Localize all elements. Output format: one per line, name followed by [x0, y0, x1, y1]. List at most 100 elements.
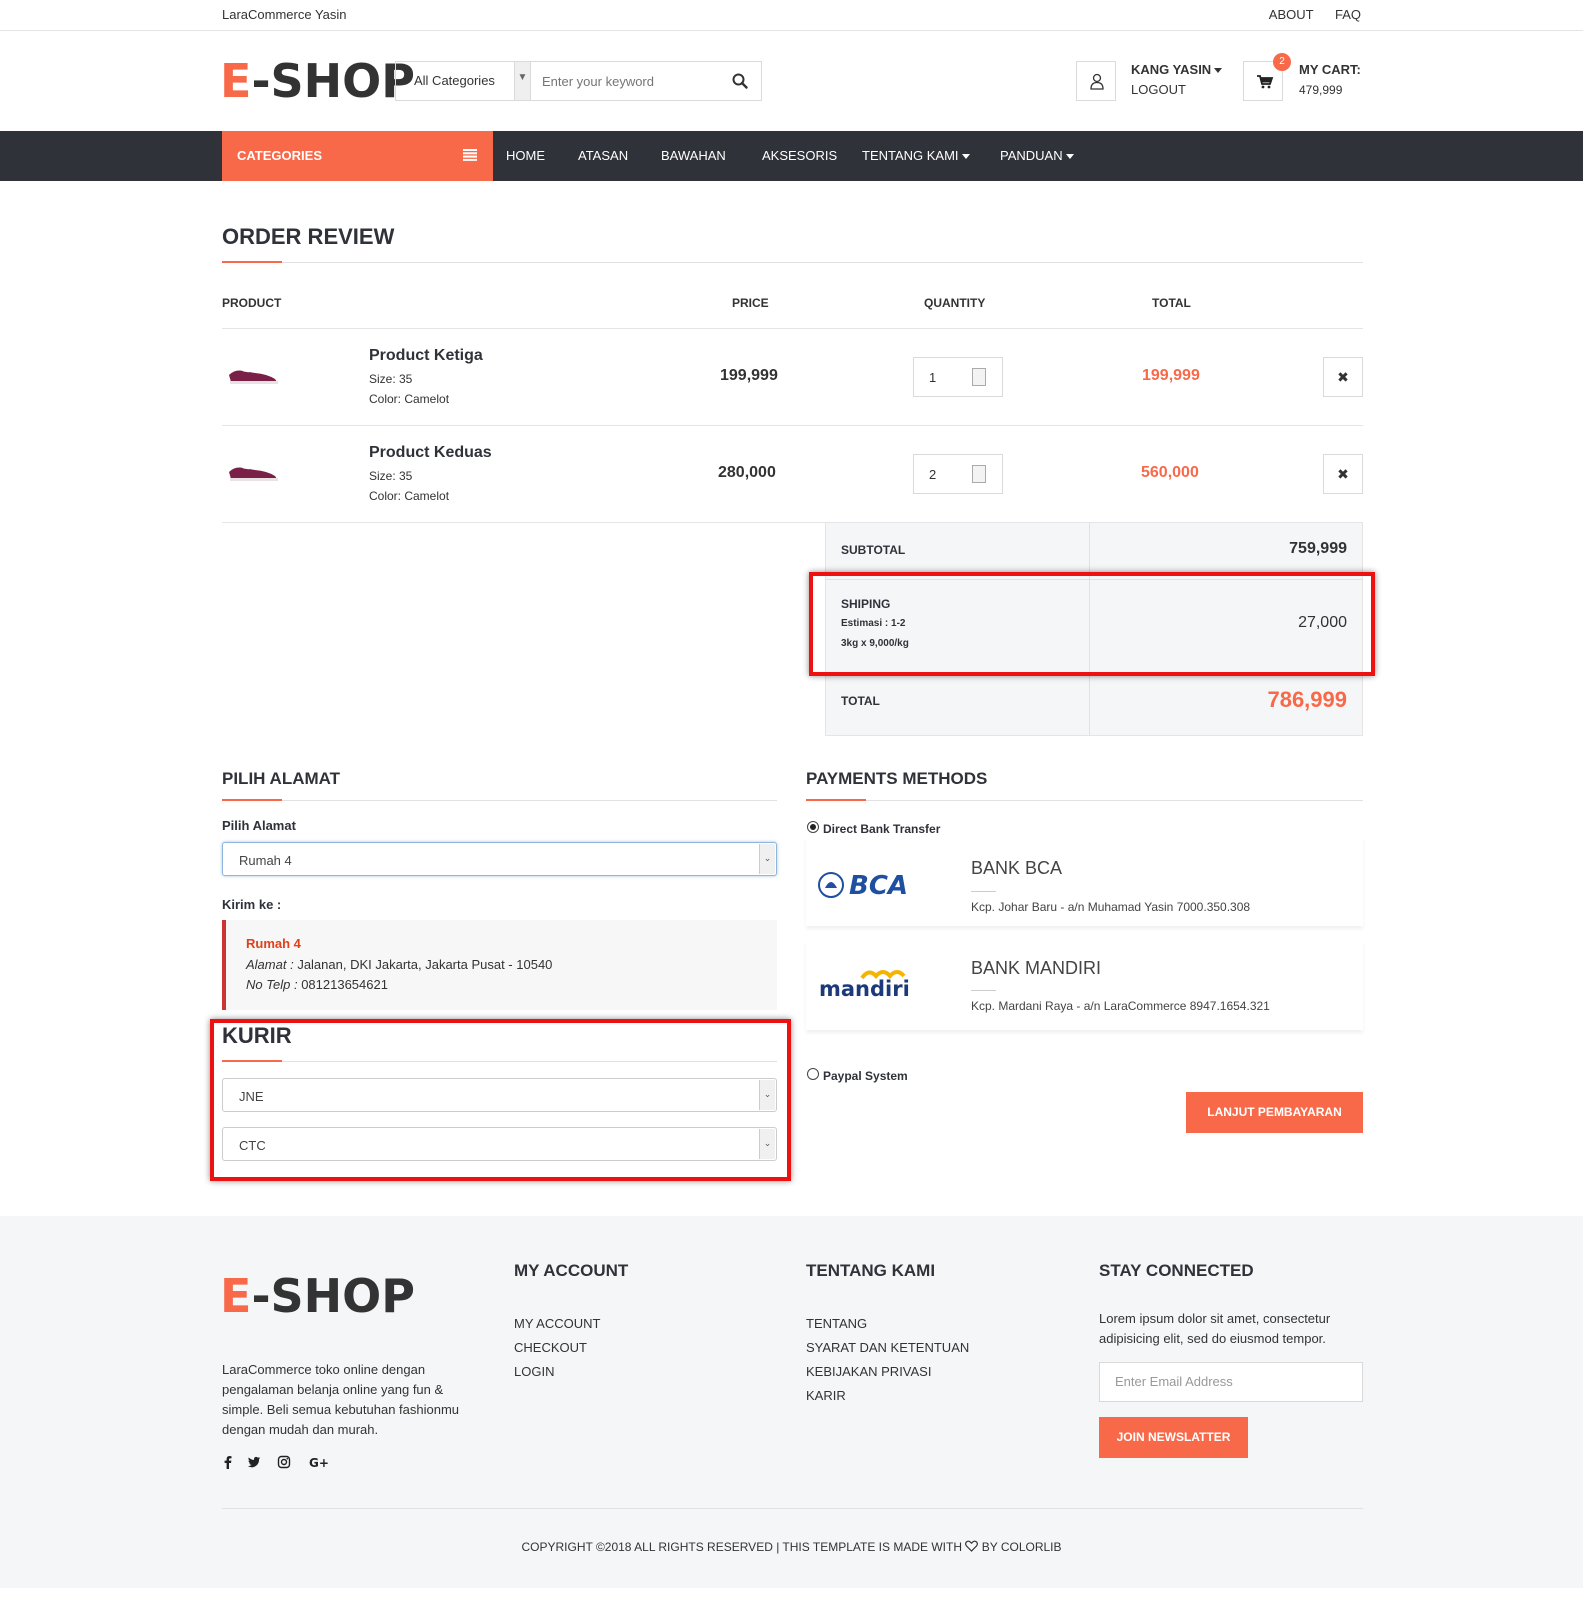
categories-label: CATEGORIES: [237, 148, 322, 163]
address-selected-value: Rumah 4: [239, 853, 292, 868]
nav-panduan[interactable]: PANDUAN: [1000, 148, 1074, 163]
product-color: Color: Camelot: [369, 489, 450, 503]
divider: [806, 800, 1363, 801]
product-thumbnail[interactable]: [225, 458, 281, 488]
product-name[interactable]: Product Ketiga: [369, 347, 483, 365]
product-size: Size: 35: [369, 372, 413, 386]
address-select[interactable]: Rumah 4 ⌄: [222, 842, 777, 876]
product-price: 280,000: [718, 464, 776, 481]
heart-icon: [965, 1540, 979, 1552]
google-plus-icon[interactable]: G+: [309, 1455, 329, 1469]
svg-text:G+: G+: [309, 1456, 329, 1469]
remove-item-button[interactable]: ✖: [1323, 357, 1363, 397]
logout-link[interactable]: LOGOUT: [1131, 82, 1186, 97]
caret-down-icon: [961, 154, 970, 160]
copyright-text: COPYRIGHT ©2018 ALL RIGHTS RESERVED | TH…: [521, 1540, 962, 1554]
twitter-icon[interactable]: [247, 1455, 261, 1469]
account-button[interactable]: [1076, 61, 1116, 101]
proceed-payment-button[interactable]: LANJUT PEMBAYARAN: [1186, 1092, 1363, 1133]
highlight-box: [210, 1019, 791, 1181]
nav-tentang-kami[interactable]: TENTANG KAMI: [862, 148, 970, 163]
divider: [222, 425, 1363, 426]
divider: [222, 328, 1363, 329]
total-label: TOTAL: [841, 694, 880, 708]
divider: [222, 1508, 1363, 1509]
spin-arrows-icon[interactable]: [972, 368, 986, 386]
instagram-icon[interactable]: [277, 1455, 291, 1469]
col-total: TOTAL: [1152, 296, 1191, 310]
quantity-value: 1: [929, 370, 937, 385]
mandiri-logo: mandiri: [819, 970, 910, 1001]
address-card: Rumah 4 Alamat : Jalanan, DKI Jakarta, J…: [222, 920, 777, 1010]
address-name: Rumah 4: [246, 936, 301, 951]
logo[interactable]: E-SHOP: [220, 54, 415, 108]
nav-home[interactable]: HOME: [506, 148, 545, 163]
order-review-title: ORDER REVIEW: [222, 224, 395, 249]
footer-link-privasi[interactable]: KEBIJAKAN PRIVASI: [806, 1364, 931, 1379]
nav-aksesoris[interactable]: AKSESORIS: [762, 148, 837, 163]
product-price: 199,999: [720, 367, 778, 384]
payments-title: PAYMENTS METHODS: [806, 769, 988, 788]
paypal-radio[interactable]: [807, 1068, 819, 1080]
footer-stay-text: Lorem ipsum dolor sit amet, consectetur …: [1099, 1311, 1331, 1346]
product-thumbnail[interactable]: [225, 361, 281, 391]
product-color: Color: Camelot: [369, 392, 450, 406]
divider: [971, 891, 996, 892]
footer-link-my-account[interactable]: MY ACCOUNT: [514, 1316, 600, 1331]
footer-link-checkout[interactable]: CHECKOUT: [514, 1340, 587, 1355]
remove-item-button[interactable]: ✖: [1323, 454, 1363, 494]
newsletter-email-input[interactable]: Enter Email Address: [1099, 1362, 1363, 1402]
category-select[interactable]: All Categories: [396, 62, 531, 100]
divider: [971, 990, 996, 991]
bank-account: Kcp. Johar Baru - a/n Muhamad Yasin 7000…: [971, 900, 1251, 914]
search-icon[interactable]: [731, 72, 749, 90]
title-accent: [222, 261, 282, 263]
footer-link-karir[interactable]: KARIR: [806, 1388, 846, 1403]
bank-mandiri-card[interactable]: mandiri BANK MANDIRI Kcp. Mardani Raya -…: [806, 940, 1363, 1030]
line-total: 199,999: [1142, 367, 1200, 384]
footer-link-syarat[interactable]: SYARAT DAN KETENTUAN: [806, 1340, 969, 1355]
product-name[interactable]: Product Keduas: [369, 444, 492, 462]
nav-atasan[interactable]: ATASAN: [578, 148, 628, 163]
search-input[interactable]: [532, 62, 712, 100]
title-accent: [806, 799, 866, 801]
direct-transfer-label[interactable]: Direct Bank Transfer: [823, 822, 940, 836]
address-select-label: Pilih Alamat: [222, 818, 296, 833]
chevron-down-icon[interactable]: ⌄: [759, 844, 775, 874]
cart-label: MY CART:: [1299, 62, 1361, 77]
footer-logo[interactable]: E-SHOP: [220, 1269, 415, 1323]
menu-icon: [463, 149, 477, 161]
colorlib-link[interactable]: BY COLORLIB: [982, 1540, 1062, 1554]
quantity-stepper[interactable]: 2: [913, 454, 1003, 494]
phone-line: No Telp : 081213654621: [246, 977, 388, 992]
nav-bawahan[interactable]: BAWAHAN: [661, 148, 726, 163]
chevron-down-icon[interactable]: ▼: [514, 62, 530, 100]
footer-about: LaraCommerce toko online dengan pengalam…: [222, 1362, 460, 1437]
divider: [222, 800, 777, 801]
spin-arrows-icon[interactable]: [972, 465, 986, 483]
highlight-box: [809, 572, 1375, 676]
categories-toggle[interactable]: CATEGORIES: [222, 131, 493, 181]
line-total: 560,000: [1141, 464, 1199, 481]
facebook-icon[interactable]: [221, 1455, 235, 1469]
footer-link-login[interactable]: LOGIN: [514, 1364, 554, 1379]
about-link[interactable]: ABOUT: [1269, 7, 1314, 22]
bank-bca-card[interactable]: BCA BANK BCA Kcp. Johar Baru - a/n Muham…: [806, 836, 1363, 926]
site-name: LaraCommerce Yasin: [222, 7, 347, 22]
subtotal-label: SUBTOTAL: [841, 543, 906, 557]
bank-account: Kcp. Mardani Raya - a/n LaraCommerce 894…: [971, 999, 1270, 1013]
caret-down-icon: [1065, 154, 1074, 160]
faq-link[interactable]: FAQ: [1335, 7, 1361, 22]
join-newsletter-button[interactable]: JOIN NEWSLATTER: [1099, 1417, 1248, 1458]
top-links: ABOUT FAQ: [1251, 7, 1361, 22]
col-product: PRODUCT: [222, 296, 282, 310]
grand-total: 786,999: [1267, 687, 1347, 712]
quantity-stepper[interactable]: 1: [913, 357, 1003, 397]
footer-my-account-title: MY ACCOUNT: [514, 1261, 629, 1280]
bank-name: BANK MANDIRI: [971, 958, 1102, 978]
paypal-label[interactable]: Paypal System: [823, 1069, 908, 1083]
product-size: Size: 35: [369, 469, 413, 483]
footer-link-tentang[interactable]: TENTANG: [806, 1316, 867, 1331]
direct-transfer-radio[interactable]: [807, 821, 819, 833]
account-name[interactable]: KANG YASIN: [1131, 62, 1223, 77]
